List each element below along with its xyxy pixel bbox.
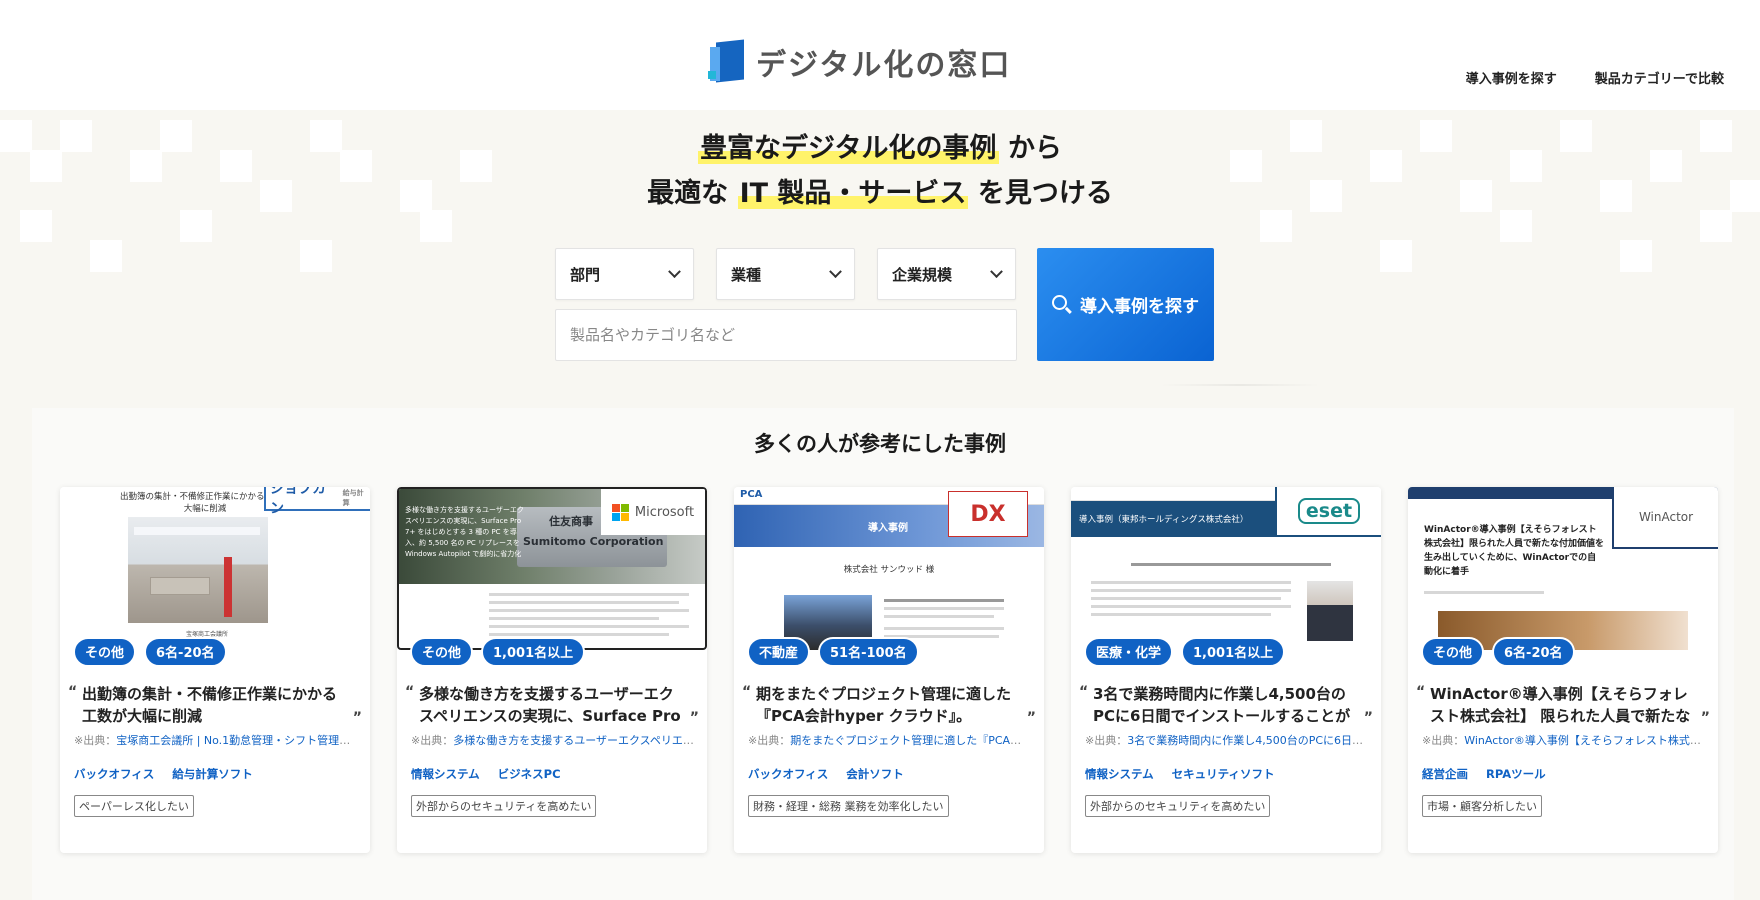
site-logo[interactable]: デジタル化の窓口: [708, 39, 1012, 84]
source-link[interactable]: 3名で業務時間内に作業し4,500台のPCに6日間で...: [1127, 734, 1369, 747]
section-title: 多くの人が参考にした事例: [754, 432, 1006, 456]
size-tag[interactable]: 1,001名以上: [481, 637, 586, 667]
case-categories: 経営企画 RPAツール: [1422, 766, 1546, 782]
nav-compare-categories[interactable]: 製品カテゴリーで比較: [1595, 68, 1724, 87]
case-source: ※出典：多様な働き方を支援するユーザーエクスペリエン...: [411, 732, 695, 748]
size-tag[interactable]: 51名-100名: [818, 637, 919, 667]
hero-highlight-2: IT 製品・サービス: [737, 178, 969, 209]
industry-select-label: 業種: [731, 265, 762, 284]
case-tags: その他 6名-20名: [73, 637, 227, 667]
source-link[interactable]: 宝塚商工会議所 | No.1勤怠管理・シフト管理シス...: [116, 734, 358, 747]
hero-headline-line2: 最適な IT 製品・サービス を見つける: [0, 171, 1760, 217]
company-size-select-label: 企業規模: [892, 265, 953, 284]
industry-tag[interactable]: その他: [1421, 637, 1485, 667]
hero-highlight-1: 豊富なデジタル化の事例: [698, 133, 999, 164]
category-link[interactable]: セキュリティソフト: [1172, 766, 1275, 782]
chevron-down-icon: [668, 264, 681, 278]
hero-headline-line1: 豊富なデジタル化の事例 から: [0, 126, 1760, 172]
case-card[interactable]: 住友商事 Sumitomo Corporation 多様な働き方を支援するユーザ…: [397, 487, 707, 853]
search-icon: [1052, 294, 1072, 315]
thumb-title: 多様な働き方を支援するユーザーエクスペリエンスの実現に、Surface Pro …: [405, 506, 524, 558]
department-select[interactable]: 部門: [555, 248, 694, 300]
case-tags: その他 1,001名以上: [410, 637, 586, 667]
case-thumbnail: 出勤簿の集計・不備修正作業にかかる工数が大幅に削減 ジョブカン 給与計算 宝塚商…: [60, 487, 370, 650]
category-link[interactable]: RPAツール: [1486, 766, 1546, 782]
category-link[interactable]: バックオフィス: [74, 766, 154, 782]
category-link[interactable]: 会計ソフト: [846, 766, 904, 782]
case-source: ※出典：3名で業務時間内に作業し4,500台のPCに6日間で...: [1085, 732, 1369, 748]
case-thumbnail: 住友商事 Sumitomo Corporation 多様な働き方を支援するユーザ…: [397, 487, 707, 650]
case-source: ※出典：期をまたぐプロジェクト管理に適した『PCA会計...: [748, 732, 1032, 748]
source-link[interactable]: 期をまたぐプロジェクト管理に適した『PCA会計...: [790, 734, 1032, 747]
category-link[interactable]: 情報システム: [411, 766, 480, 782]
case-card[interactable]: PCA 導入事例 DX 株式会社 サンウッド 様 不動産 51名-100名 “期…: [734, 487, 1044, 853]
hero-line2-rest: を見つける: [977, 178, 1113, 209]
case-categories: バックオフィス 給与計算ソフト: [74, 766, 253, 782]
case-quote: “WinActor®導入事例【えそらフォレスト株式会社】 限られた人員で新たな付…: [1416, 684, 1710, 726]
case-tags: その他 6名-20名: [1421, 637, 1575, 667]
case-quote: “出勤簿の集計・不備修正作業にかかる工数が大幅に削減”: [68, 684, 362, 726]
department-select-label: 部門: [570, 265, 601, 284]
case-quote: “期をまたぐプロジェクト管理に適した『PCA会計hyper クラウド』。『PCA…: [742, 684, 1036, 726]
hero-line1-rest: から: [1007, 133, 1062, 164]
case-categories: 情報システム ビジネスPC: [411, 766, 561, 782]
category-link[interactable]: 情報システム: [1085, 766, 1154, 782]
case-quote: “3名で業務時間内に作業し4,500台のPCに6日間でインストールすることができ…: [1079, 684, 1373, 726]
category-link[interactable]: バックオフィス: [748, 766, 828, 782]
thumb-company: 株式会社 サンウッド 様: [843, 565, 935, 575]
hero-line2-pre: 最適な: [647, 178, 729, 209]
purpose-tag[interactable]: 外部からのセキュリティを高めたい: [1085, 795, 1271, 817]
case-categories: バックオフィス 会計ソフト: [748, 766, 904, 782]
size-tag[interactable]: 6名-20名: [144, 637, 227, 667]
dx-logo: DX: [948, 491, 1028, 537]
case-tags: 不動産 51名-100名: [747, 637, 919, 667]
case-thumbnail: WinActor®導入事例【えそらフォレスト株式会社】限られた人員で新たな付加価…: [1408, 487, 1718, 650]
person-photo: [1307, 581, 1353, 641]
chevron-down-icon: [829, 264, 842, 278]
category-link[interactable]: ビジネスPC: [498, 766, 561, 782]
case-thumbnail: 導入事例（東邦ホールディングス株式会社） eset: [1071, 487, 1381, 650]
purpose-tag[interactable]: 外部からのセキュリティを高めたい: [411, 795, 597, 817]
case-tags: 医療・化学 1,001名以上: [1084, 637, 1286, 667]
search-cases-button[interactable]: 導入事例を探す: [1037, 248, 1214, 361]
industry-select[interactable]: 業種: [716, 248, 855, 300]
thumb-title: WinActor®導入事例【えそらフォレスト株式会社】限られた人員で新たな付加価…: [1424, 525, 1604, 577]
case-source: ※出典：宝塚商工会議所 | No.1勤怠管理・シフト管理シス...: [74, 732, 358, 748]
case-quote: “多様な働き方を支援するユーザーエクスペリエンスの実現に、Surface Pro…: [405, 684, 699, 726]
eset-logo: eset: [1275, 487, 1381, 537]
category-link[interactable]: 給与計算ソフト: [172, 766, 253, 782]
case-card[interactable]: 出勤簿の集計・不備修正作業にかかる工数が大幅に削減 ジョブカン 給与計算 宝塚商…: [60, 487, 370, 853]
case-card[interactable]: 導入事例（東邦ホールディングス株式会社） eset 医療・化学 1,001名以上…: [1071, 487, 1381, 853]
category-link[interactable]: 経営企画: [1422, 766, 1468, 782]
source-link[interactable]: WinActor®導入事例【えそらフォレスト株式会社...: [1464, 734, 1706, 747]
logo-mark-icon: [708, 39, 746, 83]
divider: [1160, 384, 1320, 386]
purpose-tag[interactable]: 市場・顧客分析したい: [1422, 795, 1542, 817]
purpose-tag[interactable]: 財務・経理・総務 業務を効率化したい: [748, 795, 949, 817]
industry-tag[interactable]: 不動産: [747, 637, 811, 667]
chevron-down-icon: [990, 264, 1003, 278]
nav-find-cases[interactable]: 導入事例を探す: [1466, 68, 1557, 87]
source-link[interactable]: 多様な働き方を支援するユーザーエクスペリエン...: [453, 734, 695, 747]
winactor-logo: WinActor: [1612, 487, 1718, 549]
logo-text: デジタル化の窓口: [756, 48, 1012, 83]
case-source: ※出典：WinActor®導入事例【えそらフォレスト株式会社...: [1422, 732, 1706, 748]
company-size-select[interactable]: 企業規模: [877, 248, 1016, 300]
industry-tag[interactable]: 医療・化学: [1084, 637, 1174, 667]
case-thumbnail: PCA 導入事例 DX 株式会社 サンウッド 様: [734, 487, 1044, 650]
microsoft-logo: Microsoft: [601, 489, 705, 535]
purpose-tag[interactable]: ペーパーレス化したい: [74, 795, 194, 817]
keyword-search-input[interactable]: [555, 309, 1017, 361]
search-button-label: 導入事例を探す: [1080, 297, 1199, 317]
industry-tag[interactable]: その他: [410, 637, 474, 667]
industry-tag[interactable]: その他: [73, 637, 137, 667]
jobcan-logo: ジョブカン 給与計算: [264, 487, 370, 517]
size-tag[interactable]: 6名-20名: [1492, 637, 1575, 667]
case-card[interactable]: WinActor®導入事例【えそらフォレスト株式会社】限られた人員で新たな付加価…: [1408, 487, 1718, 853]
size-tag[interactable]: 1,001名以上: [1181, 637, 1286, 667]
case-categories: 情報システム セキュリティソフト: [1085, 766, 1274, 782]
office-photo: [128, 517, 268, 623]
header-nav: 導入事例を探す 製品カテゴリーで比較: [1466, 68, 1724, 87]
